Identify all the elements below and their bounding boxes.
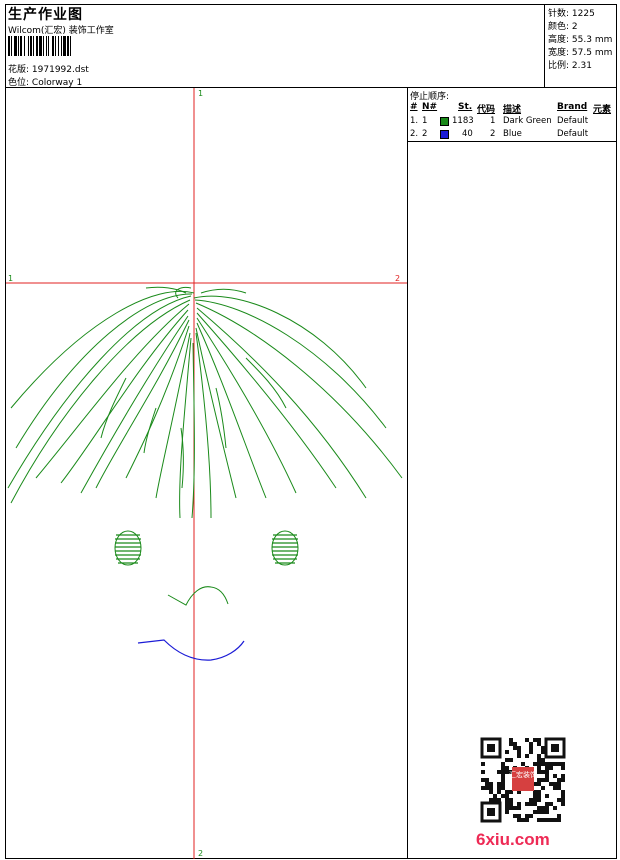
row-brand: Default (557, 116, 589, 126)
colorway-label: 色位: (8, 78, 30, 88)
design-file: 花版: 1971992.dst (8, 62, 89, 75)
company-name: Wilcom(汇宏) 装饰工作室 (8, 26, 114, 36)
row-index: 2. (410, 129, 419, 139)
col-index: # (410, 102, 418, 112)
eye-right (271, 530, 299, 566)
row-index: 1. (410, 116, 419, 126)
stat-label: 颜色 (548, 22, 567, 32)
stat-stitches: 针数: 1225 (548, 9, 595, 19)
mouth (137, 639, 245, 661)
stat-value: 2 (571, 22, 578, 32)
hair-stitches (7, 286, 403, 519)
stop-table-header: # N# St. 代码 描述 Brand 元素 (410, 102, 615, 115)
row-description: Blue (503, 129, 522, 139)
stop-row: 1. 1 1183 1 Dark Green Default (410, 116, 615, 128)
design-value: 1971992.dst (31, 65, 89, 75)
watermark: 6xiu.com (476, 830, 550, 849)
qr-stamp-text: 汇宏装饰 (509, 770, 537, 779)
stat-value: 57.5 mm (571, 48, 613, 58)
row-needle: 2 (422, 129, 428, 139)
row-code: 2 (490, 129, 496, 139)
stat-value: 1225 (571, 9, 595, 19)
eye-left (114, 530, 142, 566)
color-swatch (440, 130, 449, 139)
row-needle: 1 (422, 116, 428, 126)
col-needle: N# (422, 102, 438, 112)
stop-sequence-title: 停止顺序: (410, 92, 450, 102)
nose (167, 586, 229, 606)
barcode (8, 36, 140, 56)
row-stitches: 1183 (452, 116, 474, 126)
axis-label-bottom: 2 (198, 849, 203, 858)
row-stitches: 40 (462, 129, 473, 139)
stat-colors: 颜色: 2 (548, 22, 578, 32)
page-title: 生产作业图 (8, 7, 83, 23)
stat-scale: 比例: 2.31 (548, 61, 592, 71)
stat-value: 2.31 (571, 61, 592, 71)
col-description: 描述 (503, 105, 522, 115)
stat-label: 针数 (548, 9, 567, 19)
axis-label-top: 1 (198, 89, 203, 98)
stat-value: 55.3 mm (571, 35, 613, 45)
row-description: Dark Green (503, 116, 552, 126)
design-canvas: 1 2 1 2 (6, 88, 407, 859)
table-divider (408, 141, 617, 142)
col-code: 代码 (477, 105, 496, 115)
stat-height: 高度: 55.3 mm (548, 35, 613, 45)
colorway: 色位: Colorway 1 (8, 75, 82, 88)
stats-divider (544, 4, 545, 88)
qr-code: 汇宏装饰 (480, 737, 566, 823)
stat-label: 宽度 (548, 48, 567, 58)
panel-divider (407, 87, 408, 859)
row-brand: Default (557, 129, 589, 139)
axis-label-right: 2 (395, 274, 400, 283)
row-code: 1 (490, 116, 496, 126)
col-brand: Brand (557, 102, 588, 112)
stat-label: 比例 (548, 61, 567, 71)
stat-label: 高度 (548, 35, 567, 45)
col-stitches: St. (458, 102, 473, 112)
color-swatch (440, 117, 449, 126)
axis-label-left: 1 (8, 274, 13, 283)
stop-row: 2. 2 40 2 Blue Default (410, 129, 615, 141)
colorway-value: Colorway 1 (31, 78, 83, 88)
col-element: 元素 (593, 105, 612, 115)
design-label: 花版: (8, 65, 30, 75)
stat-width: 宽度: 57.5 mm (548, 48, 613, 58)
